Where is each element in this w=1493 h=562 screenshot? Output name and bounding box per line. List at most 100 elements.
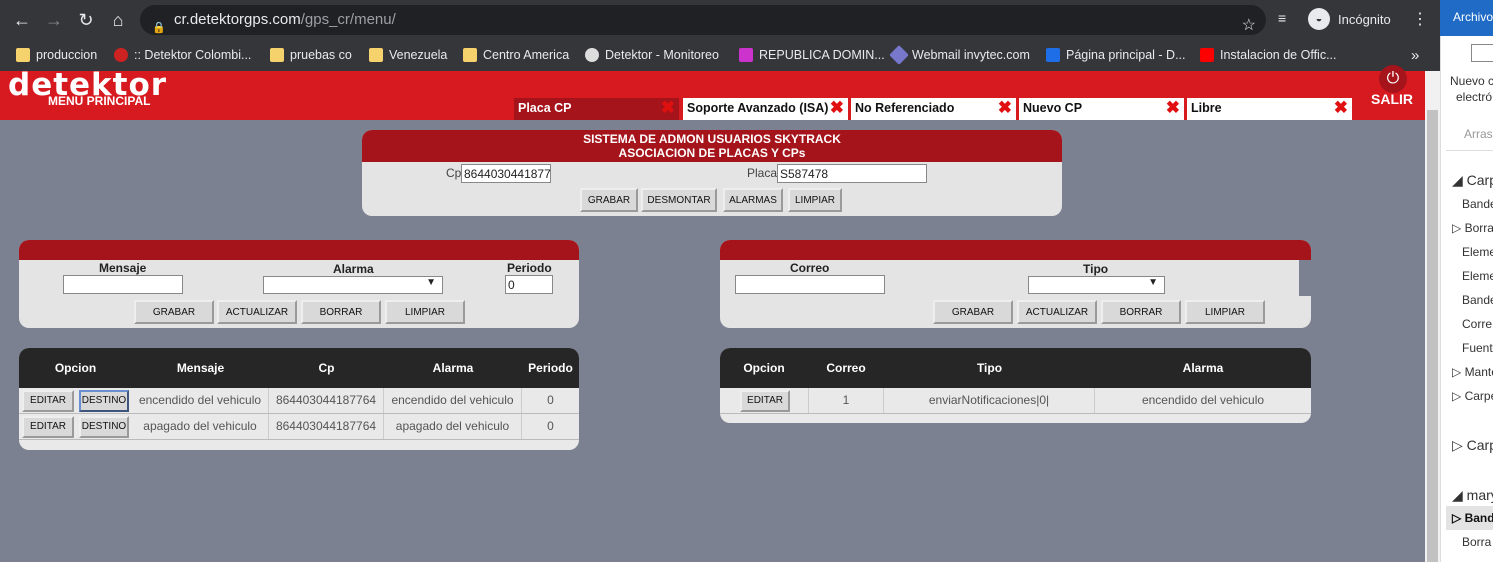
- bookmark-detektor-monitoreo[interactable]: Detektor - Monitoreo: [585, 44, 719, 66]
- star-icon[interactable]: ☆: [1242, 11, 1256, 41]
- alarma-label: Alarma: [333, 262, 374, 276]
- folder-bandeja-selected[interactable]: ▷ Bande: [1452, 511, 1493, 525]
- new-email-label[interactable]: Nuevo c: [1450, 74, 1493, 88]
- folder-borradores-2[interactable]: Borra: [1462, 535, 1491, 549]
- folder-group-carpetas[interactable]: ◢ Carpe: [1452, 172, 1493, 189]
- grabar-button[interactable]: GRABAR: [134, 300, 214, 324]
- tab-libre[interactable]: Libre ✖: [1187, 98, 1352, 120]
- correo-input[interactable]: [735, 275, 885, 294]
- url-host: cr.detektorgps.com: [174, 11, 301, 28]
- menu-principal-label: MENU PRINCIPAL: [48, 94, 151, 108]
- folder-icon: [463, 48, 477, 62]
- webmail-icon: [889, 45, 909, 65]
- folder-borradores[interactable]: ▷ Borra: [1452, 221, 1493, 235]
- home-icon[interactable]: ⌂: [104, 6, 132, 34]
- borrar-button[interactable]: BORRAR: [1101, 300, 1181, 324]
- folder-correo-no-deseado[interactable]: Corre: [1462, 317, 1492, 331]
- url-field[interactable]: 🔒 cr.detektorgps.com/gps_cr/menu/ ☆: [140, 5, 1266, 35]
- app-header: detektor MENU PRINCIPAL Placa CP ✖ Soport…: [0, 65, 1425, 120]
- destino-button[interactable]: DESTINO: [79, 416, 129, 438]
- folder-carpetas-busqueda[interactable]: ▷ Carpe: [1452, 389, 1493, 403]
- correo-label: Correo: [790, 261, 830, 275]
- archivo-menu[interactable]: Archivo: [1440, 0, 1493, 36]
- account-mary[interactable]: ◢ mary: [1452, 487, 1493, 504]
- tab-nuevo-cp[interactable]: Nuevo CP ✖: [1019, 98, 1184, 120]
- mensaje-label: Mensaje: [99, 261, 147, 275]
- mensaje-input[interactable]: [63, 275, 183, 294]
- admin-panel-header: SISTEMA DE ADMON USUARIOS SKYTRACK ASOCI…: [362, 130, 1062, 162]
- tab-soporte-avanzado[interactable]: Soporte Avanzado (ISA) ✖: [683, 98, 848, 120]
- col-tipo: Tipo: [976, 361, 1003, 375]
- tipo-select[interactable]: ▼: [1028, 276, 1165, 294]
- bookmark-detektor-colombia[interactable]: :: Detektor Colombi...: [114, 44, 251, 66]
- grabar-button[interactable]: GRABAR: [933, 300, 1013, 324]
- profile-label[interactable]: Incógnito: [1338, 12, 1391, 27]
- col-opcion: Opcion: [54, 361, 97, 375]
- actualizar-button[interactable]: ACTUALIZAR: [1017, 300, 1097, 324]
- folder-elementos-enviados[interactable]: Eleme: [1462, 245, 1493, 259]
- grabar-button[interactable]: GRABAR: [580, 188, 638, 212]
- alarmas-button[interactable]: ALARMAS: [723, 188, 783, 212]
- message-table: Opcion Mensaje Cp Alarma Periodo EDITAR …: [19, 348, 579, 450]
- editar-button[interactable]: EDITAR: [22, 416, 74, 438]
- bookmark-venezuela[interactable]: Venezuela: [369, 44, 447, 66]
- periodo-input[interactable]: 0: [505, 275, 553, 294]
- back-icon[interactable]: ←: [8, 6, 36, 34]
- power-icon[interactable]: ⏻: [1379, 65, 1407, 93]
- bookmarks-bar: produccion :: Detektor Colombi... prueba…: [0, 40, 1440, 71]
- reading-list-icon[interactable]: ≡: [1278, 10, 1286, 26]
- bookmark-centro-america[interactable]: Centro America: [463, 44, 569, 66]
- url-path: /gps_cr/menu/: [300, 11, 396, 28]
- new-mail-icon[interactable]: [1471, 44, 1493, 62]
- destino-button[interactable]: DESTINO: [79, 390, 129, 412]
- cell-tipo: enviarNotificaciones|0|: [884, 388, 1095, 413]
- incognito-icon[interactable]: ◒: [1308, 8, 1330, 30]
- close-icon[interactable]: ✖: [661, 98, 675, 118]
- limpiar-button[interactable]: LIMPIAR: [1185, 300, 1265, 324]
- tab-placa-cp[interactable]: Placa CP ✖: [514, 98, 679, 120]
- logout-button[interactable]: SALIR: [1371, 91, 1413, 107]
- more-bookmarks-icon[interactable]: »: [1411, 44, 1419, 66]
- placa-input[interactable]: S587478: [777, 164, 927, 183]
- cp-input[interactable]: 8644030441877: [461, 164, 551, 183]
- folder-mantenimiento[interactable]: ▷ Mante: [1452, 365, 1493, 379]
- folder-fuentes[interactable]: Fuent: [1462, 341, 1493, 355]
- close-icon[interactable]: ✖: [1334, 98, 1348, 118]
- alarma-select[interactable]: ▼: [263, 276, 443, 294]
- tab-no-referenciado[interactable]: No Referenciado ✖: [851, 98, 1016, 120]
- folder-bandeja-salida[interactable]: Bande: [1462, 293, 1493, 307]
- mail-form-panel: Correo Tipo ▼ GRABAR ACTUALIZAR BORRAR L…: [720, 240, 1311, 328]
- folder-group-carpetas-2[interactable]: ▷ Carp: [1452, 437, 1493, 454]
- close-icon[interactable]: ✖: [998, 98, 1012, 118]
- editar-button[interactable]: EDITAR: [22, 390, 74, 412]
- bookmark-pruebas[interactable]: pruebas co: [270, 44, 352, 66]
- folder-elementos-eliminados[interactable]: Eleme: [1462, 269, 1493, 283]
- bookmark-webmail[interactable]: Webmail invytec.com: [889, 44, 1030, 66]
- bookmark-instalacion[interactable]: Instalacion de Offic...: [1200, 44, 1337, 66]
- desmontar-button[interactable]: DESMONTAR: [641, 188, 717, 212]
- limpiar-button[interactable]: LIMPIAR: [385, 300, 465, 324]
- col-mensaje: Mensaje: [176, 361, 225, 375]
- menu-icon[interactable]: ⋮: [1412, 9, 1428, 29]
- reload-icon[interactable]: ↻: [72, 6, 100, 34]
- folder-bandeja[interactable]: Bande: [1462, 197, 1493, 211]
- placa-label: Placa: [747, 166, 778, 180]
- message-form-header: [19, 240, 579, 260]
- close-icon[interactable]: ✖: [1166, 98, 1180, 118]
- folder-icon: [369, 48, 383, 62]
- bookmark-produccion[interactable]: produccion: [16, 44, 97, 66]
- editar-button[interactable]: EDITAR: [740, 390, 790, 412]
- bookmark-republica[interactable]: REPUBLICA DOMIN...: [739, 44, 885, 66]
- bookmark-pagina-principal[interactable]: Página principal - D...: [1046, 44, 1186, 66]
- actualizar-button[interactable]: ACTUALIZAR: [217, 300, 297, 324]
- cp-label: Cp: [446, 166, 462, 180]
- forward-icon[interactable]: →: [40, 6, 68, 34]
- cell-periodo: 0: [547, 393, 554, 407]
- folder-icon: [270, 48, 284, 62]
- close-icon[interactable]: ✖: [830, 98, 844, 118]
- scrollbar-thumb[interactable]: [1427, 110, 1438, 562]
- limpiar-button[interactable]: LIMPIAR: [788, 188, 842, 212]
- message-table-header: Opcion Mensaje Cp Alarma Periodo: [19, 348, 579, 388]
- borrar-button[interactable]: BORRAR: [301, 300, 381, 324]
- col-alarma: Alarma: [432, 361, 474, 375]
